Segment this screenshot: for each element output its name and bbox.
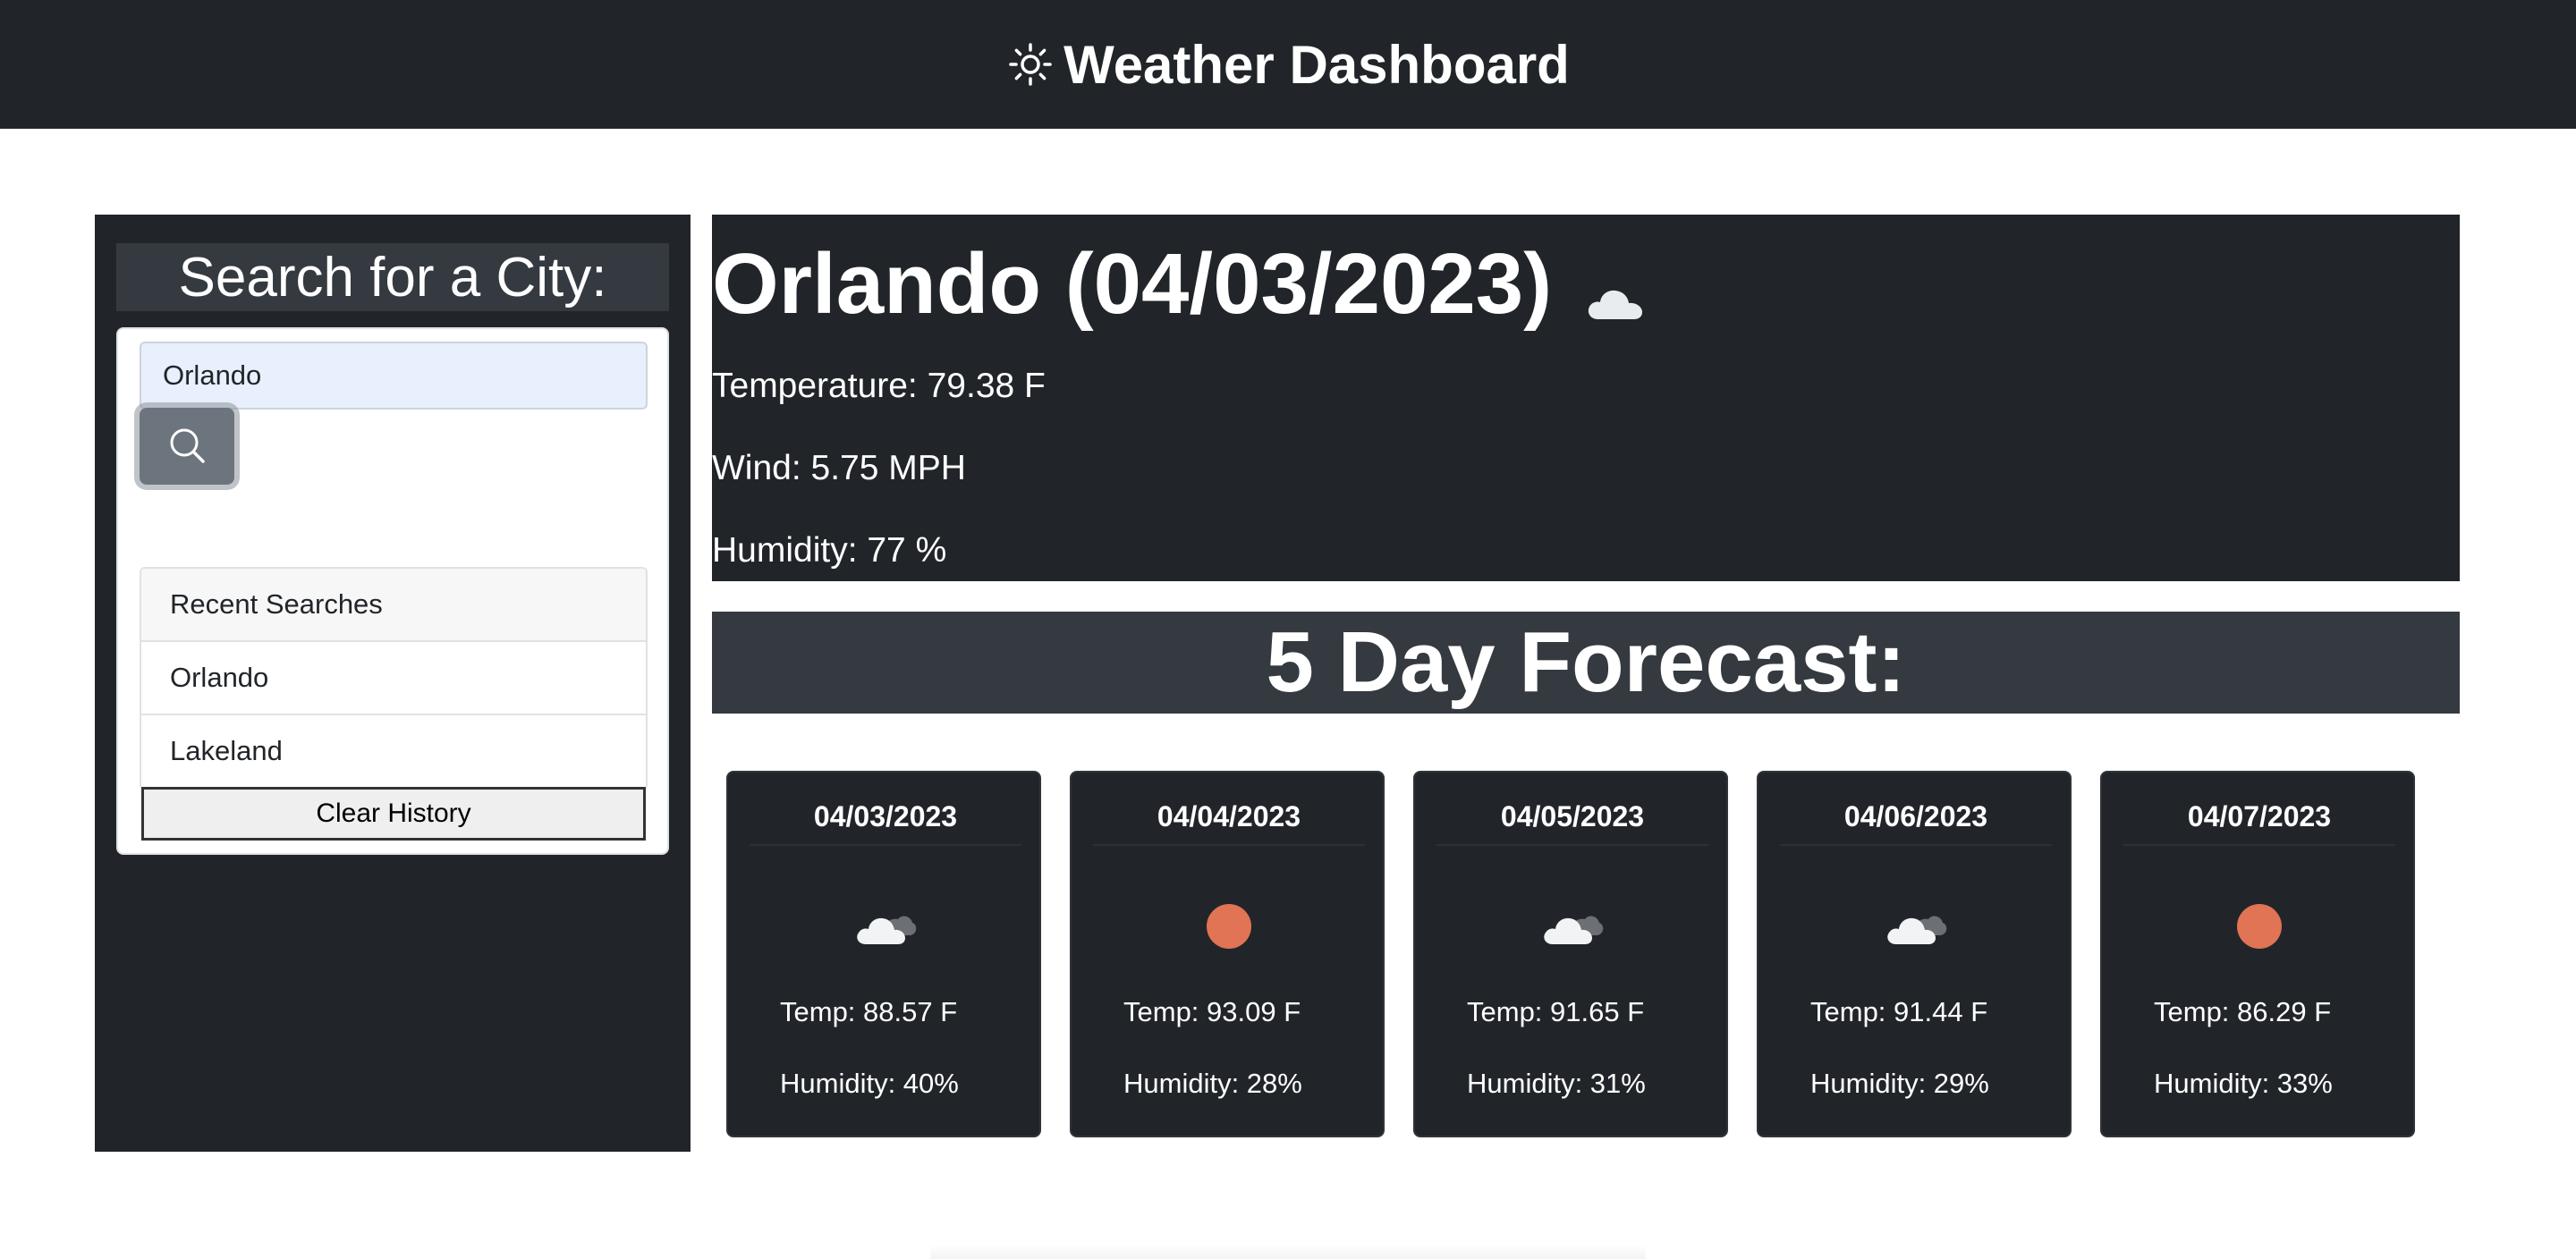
clear-history-button[interactable]: Clear History: [141, 787, 646, 841]
page-footer-edge: [930, 1245, 1646, 1259]
current-wind: Wind: 5.75 MPH: [712, 449, 966, 487]
forecast-humidity: Humidity: 29%: [1810, 1068, 1989, 1099]
forecast-humidity: Humidity: 31%: [1467, 1068, 1646, 1099]
forecast-date: 04/06/2023: [1780, 789, 2052, 846]
forecast-temp: Temp: 91.65 F: [1467, 996, 1645, 1027]
search-button[interactable]: [140, 408, 234, 485]
city-search-input[interactable]: [140, 342, 648, 410]
forecast-card: 04/07/2023 Temp: 86.29 F Humidity: 33%: [2100, 771, 2415, 1137]
current-weather-panel: Orlando (04/03/2023) Temperature: 79.38 …: [712, 215, 2460, 581]
forecast-card: 04/03/2023 Temp: 88.57 F Humidity: 40%: [726, 771, 1041, 1137]
forecast-card: 04/05/2023 Temp: 91.65 F Humidity: 31%: [1413, 771, 1728, 1137]
current-city-date: Orlando (04/03/2023): [712, 236, 1553, 332]
forecast-date: 04/05/2023: [1436, 789, 1708, 846]
cloudy-icon: [1540, 894, 1605, 959]
forecast-temp: Temp: 86.29 F: [2154, 996, 2332, 1027]
search-card: Recent Searches Orlando Lakeland Clear H…: [116, 327, 669, 855]
forecast-heading: 5 Day Forecast:: [712, 612, 2460, 714]
forecast-humidity: Humidity: 28%: [1123, 1068, 1302, 1099]
forecast-temp: Temp: 91.44 F: [1810, 996, 1988, 1027]
app-header: Weather Dashboard: [0, 0, 2576, 129]
recent-searches-list: Recent Searches Orlando Lakeland: [140, 567, 648, 790]
search-icon: [166, 425, 208, 469]
app-title: Weather Dashboard: [1063, 34, 1570, 95]
forecast-humidity: Humidity: 33%: [2154, 1068, 2333, 1099]
sun-icon: [1006, 40, 1055, 89]
cloud-icon: [1586, 243, 1645, 342]
forecast-humidity: Humidity: 40%: [780, 1068, 959, 1099]
sun-icon: [1197, 894, 1261, 959]
forecast-date: 04/03/2023: [750, 789, 1021, 846]
recent-searches-header: Recent Searches: [141, 569, 646, 642]
forecast-temp: Temp: 88.57 F: [780, 996, 958, 1027]
forecast-card: 04/04/2023 Temp: 93.09 F Humidity: 28%: [1070, 771, 1385, 1137]
cloudy-icon: [853, 894, 918, 959]
current-humidity: Humidity: 77 %: [712, 531, 947, 570]
search-sidebar: Search for a City: Recent Searches Orlan…: [95, 215, 691, 1152]
cloudy-icon: [1884, 894, 1948, 959]
forecast-temp: Temp: 93.09 F: [1123, 996, 1301, 1027]
current-temperature: Temperature: 79.38 F: [712, 367, 1046, 405]
forecast-date: 04/04/2023: [1093, 789, 1365, 846]
sun-icon: [2227, 894, 2292, 959]
recent-search-item[interactable]: Orlando: [141, 642, 646, 715]
forecast-card: 04/06/2023 Temp: 91.44 F Humidity: 29%: [1757, 771, 2072, 1137]
recent-search-item[interactable]: Lakeland: [141, 715, 646, 789]
forecast-date: 04/07/2023: [2123, 789, 2395, 846]
search-heading: Search for a City:: [116, 243, 669, 311]
